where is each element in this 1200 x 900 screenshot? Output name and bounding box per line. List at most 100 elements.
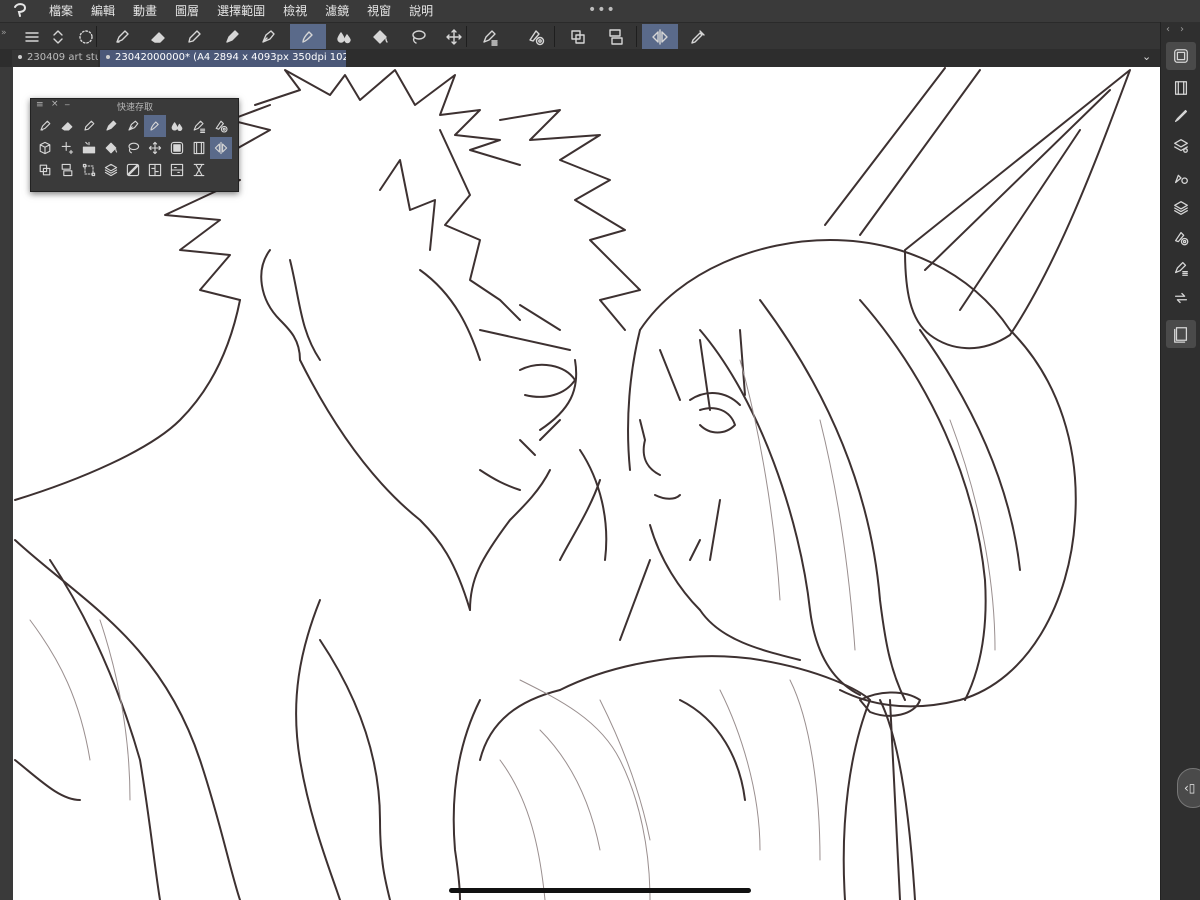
menu-file[interactable]: 檔案 [40,0,82,22]
hamburger-menu-icon[interactable]: ≡ [36,100,44,110]
water-drops-icon[interactable] [326,24,362,49]
flip-horizontal-icon[interactable] [642,24,678,49]
sketch-stroke [627,329,641,471]
pen-settings-icon[interactable] [188,115,210,137]
sketch-stroke [699,329,861,696]
sketch-stroke [519,363,576,398]
pen-icon[interactable] [104,24,140,49]
sparkle-icon[interactable] [56,137,78,159]
water-drops-icon[interactable] [166,115,188,137]
film-icon[interactable] [188,137,210,159]
menu-selection[interactable]: 選擇範圍 [208,0,274,22]
marker-icon[interactable] [100,115,122,137]
eraser-icon[interactable] [56,115,78,137]
transform-icon[interactable] [78,159,100,181]
marker-icon[interactable] [214,24,250,49]
sketch-stroke-light [719,689,761,851]
sketch-stroke [679,699,746,801]
collapse-left-icon[interactable]: » [1,28,7,38]
layers-icon[interactable] [1166,194,1196,222]
display-icon[interactable] [1166,42,1196,70]
layer-settings-icon[interactable] [1166,132,1196,160]
3d-cube-icon[interactable] [34,137,56,159]
menu-edit[interactable]: 編輯 [82,0,124,22]
fountain-pen-icon[interactable] [122,115,144,137]
layer-stack-icon[interactable] [56,159,78,181]
sketch-stroke-light [519,679,651,900]
pen-icon[interactable] [34,115,56,137]
menu-view[interactable]: 檢視 [274,0,316,22]
sketch-stroke [559,655,871,701]
pen-target-icon[interactable] [1166,224,1196,252]
pages-icon[interactable] [1166,320,1196,348]
frame-icon[interactable] [166,137,188,159]
layers-icon[interactable] [100,159,122,181]
brush-pen-icon[interactable] [290,24,326,49]
square-gradient-icon[interactable] [122,159,144,181]
lasso-icon[interactable] [400,24,436,49]
quick-access-row [34,115,234,137]
fill-bucket-icon[interactable] [100,137,122,159]
layer-stack-icon[interactable] [598,24,634,49]
menu-window[interactable]: 視窗 [358,0,400,22]
sketch-stroke [479,304,571,351]
sketch-stroke [824,67,981,236]
toolbar-separator [554,26,555,47]
ellipsis-icon[interactable]: ••• [588,2,616,18]
app-logo-icon[interactable] [0,3,40,19]
fill-tool-icon[interactable] [78,137,100,159]
eraser-icon[interactable] [140,24,176,49]
sketch-stroke [889,699,901,900]
sketch-stroke-light [789,679,821,861]
minimize-icon[interactable]: _ [65,96,70,106]
lasso-icon[interactable] [122,137,144,159]
pencil-icon[interactable] [78,115,100,137]
brush-icon[interactable] [1166,102,1196,130]
sketch-stroke [289,259,321,361]
repeat-icon[interactable] [1166,284,1196,312]
menu-filter[interactable]: 濾鏡 [316,0,358,22]
menu-help[interactable]: 說明 [400,0,442,22]
compare-icon[interactable] [144,159,166,181]
sketch-stroke-light [539,729,601,851]
expand-panel-icon[interactable]: ‹▯ [1177,768,1200,808]
menu-animation[interactable]: 動畫 [124,0,166,22]
eyedropper-icon[interactable] [680,24,716,49]
sketch-stroke [14,759,81,801]
layer-copy-icon[interactable] [34,159,56,181]
tab-canvas-2[interactable]: 23042000000* (A4 2894 x 4093px 350dpi 10… [100,50,346,67]
pencil-icon[interactable] [176,24,212,49]
close-icon[interactable]: × [51,99,59,109]
tab-canvas-1[interactable]: 230409 art stu [12,50,98,67]
sketch-stroke [699,609,801,661]
brush-pen-icon[interactable] [144,115,166,137]
film-icon[interactable] [1166,74,1196,102]
pen-target-icon[interactable] [210,115,232,137]
frame-split-icon[interactable] [166,159,188,181]
sketch-stroke [319,639,391,900]
pen-target-icon[interactable] [518,24,554,49]
quick-access-header[interactable]: ≡ × _ 快速存取 [31,96,238,113]
move-icon[interactable] [144,137,166,159]
hourglass-icon[interactable] [188,159,210,181]
flip-horizontal-icon[interactable] [210,137,232,159]
sketch-stroke-light [949,419,996,651]
sketch-stroke [260,249,301,361]
pen-settings-icon[interactable] [472,24,508,49]
spinner-icon[interactable] [68,24,104,49]
home-indicator[interactable] [449,888,751,893]
sketch-stroke [519,419,561,456]
sketch-stroke [579,449,608,561]
fountain-pen-icon[interactable] [250,24,286,49]
toolbar-separator [96,26,97,47]
chevron-right-icon[interactable]: › [1180,24,1194,35]
quick-access-panel: ≡ × _ 快速存取 [30,96,239,192]
fill-bucket-icon[interactable] [362,24,398,49]
menu-layer[interactable]: 圖層 [166,0,208,22]
chevron-left-icon[interactable]: ‹ [1166,24,1180,35]
pen-settings-icon[interactable] [1166,254,1196,282]
layer-copy-icon[interactable] [560,24,596,49]
tool-gear-icon[interactable] [1166,164,1196,192]
chevron-down-icon[interactable]: ⌄ [1142,50,1151,63]
panel-collapse-arrows[interactable]: ‹› [1166,24,1194,35]
